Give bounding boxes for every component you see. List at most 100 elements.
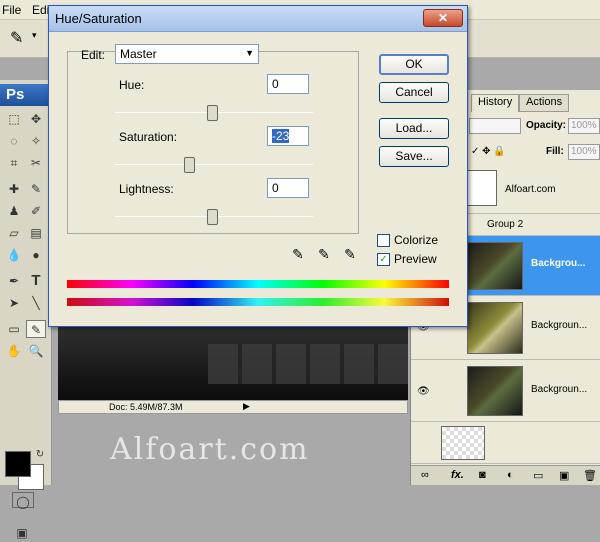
fx-icon[interactable]: fx. [451,469,464,481]
lock-icons[interactable]: ✓ ✥ 🔒 [471,146,506,157]
saturation-value: -23 [272,129,290,143]
dialog-title: Hue/Saturation [55,11,142,26]
preview-label: Preview [394,252,437,266]
history-brush-icon[interactable]: ✐ [26,202,46,220]
layer-thumbnail [467,302,523,354]
menu-file[interactable]: File [2,3,21,17]
cancel-button[interactable]: Cancel [379,82,449,103]
stamp-tool-icon[interactable]: ♟ [4,202,24,220]
photoshop-logo: Ps [0,84,50,106]
save-button[interactable]: Save... [379,146,449,167]
hue-label: Hue: [119,78,145,92]
fill-label: Fill: [546,146,564,157]
edit-select-value: Master [120,47,157,61]
layer-thumbnail [441,426,485,460]
preview-checkbox[interactable]: ✓ [377,253,390,266]
status-arrow-icon[interactable]: ▶ [243,401,250,412]
hue-saturation-dialog: Hue/Saturation ✕ Edit: Master ▼ Hue: 0 S… [48,5,468,327]
line-tool-icon[interactable]: ╲ [26,294,46,312]
lightness-slider-thumb[interactable] [207,209,218,225]
dodge-tool-icon[interactable]: ● [26,246,46,264]
layer-row[interactable]: 👁 Backgroun... [411,360,600,422]
path-select-icon[interactable]: ➤ [4,294,24,312]
load-button[interactable]: Load... [379,118,449,139]
eyedropper-minus-icon[interactable]: ✎ [341,246,359,264]
layer-name: Backgroun... [531,384,588,395]
document-canvas[interactable] [58,325,408,400]
colorize-label: Colorize [394,233,439,247]
link-layers-icon[interactable]: ∞ [421,469,429,481]
eyedropper-icon[interactable]: ✎ [289,246,307,264]
colorize-checkbox[interactable] [377,234,390,247]
lightness-field[interactable]: 0 [267,178,309,198]
saturation-label: Saturation: [119,130,178,144]
move-tool-icon[interactable]: ✥ [26,110,46,128]
marquee-tool-icon[interactable]: ⬚ [4,110,24,128]
layer-name: Group 2 [487,219,524,230]
layer-name: Alfoart.com [505,184,556,195]
type-layer-thumbnail [467,170,497,206]
tab-history[interactable]: History [471,94,520,112]
eye-icon[interactable]: 👁 [417,386,430,397]
chevron-down-icon: ▼ [245,48,254,58]
fill-field[interactable]: 100% [568,144,600,160]
lightness-value: 0 [272,181,279,195]
mask-icon[interactable]: ◙ [479,469,486,481]
blend-mode-select[interactable] [469,118,521,134]
eyedropper-icon[interactable]: ✎ [10,28,23,48]
saturation-slider-track[interactable] [115,164,313,165]
hue-value: 0 [272,77,279,91]
slice-tool-icon[interactable]: ✂ [26,154,46,172]
adjustment-group [67,51,359,234]
gradient-tool-icon[interactable]: ▤ [26,224,46,242]
layer-name: Backgroun... [531,320,588,331]
eraser-tool-icon[interactable]: ▱ [4,224,24,242]
close-button[interactable]: ✕ [423,9,463,27]
trash-icon[interactable]: 🗑 [583,469,597,482]
watermark: Alfoart.com [110,432,310,467]
layer-thumbnail [467,242,523,290]
eyedropper-plus-icon[interactable]: ✎ [315,246,333,264]
ok-button[interactable]: OK [379,54,449,75]
document-size: Doc: 5.49M/87.3M [109,402,183,412]
adjustment-icon[interactable]: ◐ [507,469,514,481]
input-color-bar [67,280,449,288]
dialog-titlebar[interactable]: Hue/Saturation ✕ [49,6,467,32]
opacity-label: Opacity: [526,120,567,131]
healing-brush-icon[interactable]: ✚ [4,180,24,198]
hue-field[interactable]: 0 [267,74,309,94]
notes-tool-icon[interactable]: ▭ [4,320,24,338]
type-tool-icon[interactable]: T [26,272,46,290]
layer-thumbnail [467,366,523,416]
layer-name: Backgrou... [531,258,586,269]
saturation-slider-thumb[interactable] [184,157,195,173]
new-layer-icon[interactable]: ▣ [559,469,569,482]
menu-edit[interactable]: Edi [32,3,49,17]
canvas-image-detail [208,344,408,384]
swap-colors-icon[interactable]: ↻ [30,446,50,464]
magic-wand-icon[interactable]: ✧ [26,132,46,150]
toolbox: Ps ⬚ ✥ ◌ ✧ ⌗ ✂ ✚ ✎ ♟ ✐ ▱ ▤ 💧 ● ✒ T ➤ ╲ ▭… [0,80,52,540]
output-color-bar [67,298,449,306]
blur-tool-icon[interactable]: 💧 [4,246,24,264]
edit-label: Edit: [81,48,106,62]
foreground-color-swatch[interactable] [5,451,31,477]
saturation-field[interactable]: -23 [267,126,309,146]
pen-tool-icon[interactable]: ✒ [4,272,24,290]
edit-select[interactable]: Master ▼ [115,44,259,64]
hand-tool-icon[interactable]: ✋ [4,342,24,360]
layer-row[interactable] [411,422,600,464]
document-status-bar: Doc: 5.49M/87.3M ▶ [58,400,408,414]
zoom-tool-icon[interactable]: 🔍 [26,342,46,360]
chevron-down-icon[interactable]: ▾ [32,30,37,41]
crop-tool-icon[interactable]: ⌗ [4,154,24,172]
group-icon[interactable]: ▭ [533,469,543,482]
quick-mask-icon[interactable]: ◯ [12,492,34,509]
opacity-field[interactable]: 100% [568,118,600,134]
hue-slider-thumb[interactable] [207,105,218,121]
brush-tool-icon[interactable]: ✎ [26,180,46,198]
tab-actions[interactable]: Actions [519,94,570,112]
screen-mode-icon[interactable]: ▣ [12,524,32,542]
lasso-tool-icon[interactable]: ◌ [4,132,24,150]
eyedropper-tool-icon[interactable]: ✎ [26,320,46,338]
